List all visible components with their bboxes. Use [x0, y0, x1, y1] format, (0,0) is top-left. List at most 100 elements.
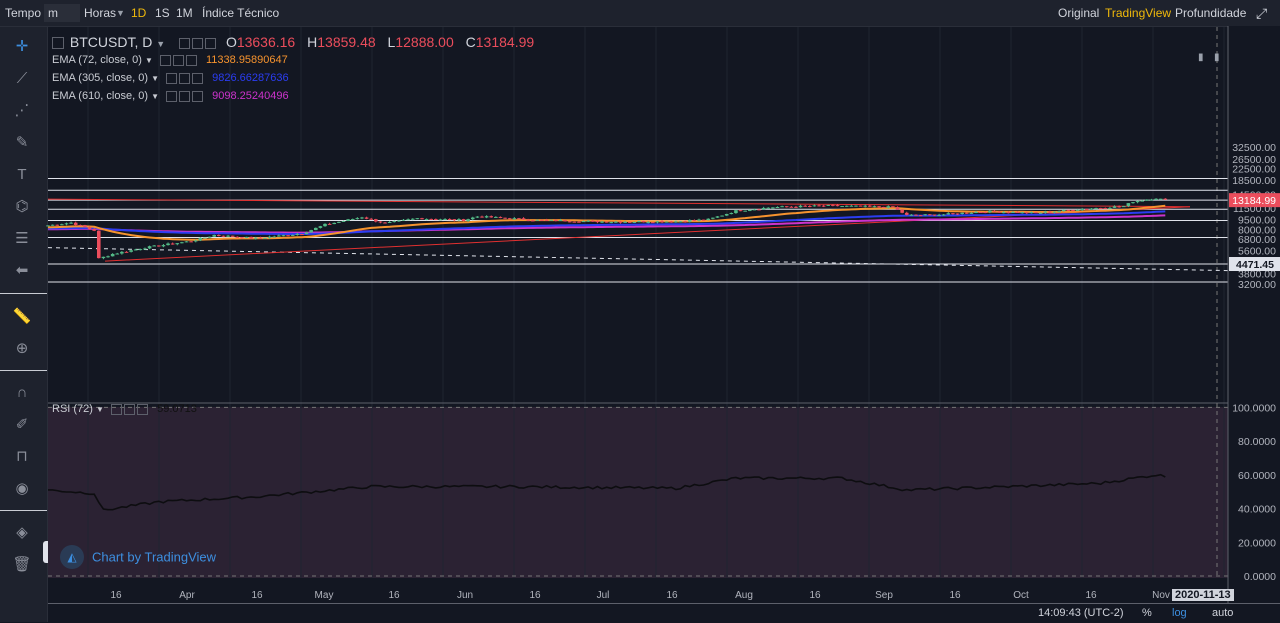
candle-body [1075, 209, 1080, 211]
settings-icon[interactable] [111, 403, 123, 415]
candle-body [387, 221, 392, 223]
visibility-icon[interactable] [124, 403, 136, 415]
candle-body [143, 248, 147, 250]
candle-body [1071, 209, 1075, 211]
candle-body [350, 219, 355, 221]
candle-body [346, 219, 350, 221]
time-tick-label: 16 [251, 590, 263, 601]
candle-body [1006, 212, 1011, 214]
candle-body [175, 243, 180, 245]
candle-body [1140, 200, 1145, 202]
candle-body [230, 235, 235, 237]
candle-body [932, 214, 937, 216]
candle-body [669, 221, 674, 223]
candle-body [761, 207, 766, 210]
tradingview-watermark[interactable]: ◭ Chart by TradingView [60, 545, 216, 569]
candle-body [263, 237, 267, 239]
hide-series-icon[interactable] [52, 37, 64, 50]
candle-body [835, 205, 840, 207]
candle-body [480, 216, 484, 218]
candle-body [964, 212, 969, 214]
ema72-value: 11338.95890647 [205, 54, 288, 66]
candle-body [124, 251, 129, 253]
ema305-name[interactable]: EMA (305, close, 0) [52, 72, 148, 84]
candle-body [595, 220, 600, 223]
candle-body [798, 205, 803, 208]
candle-body [64, 223, 69, 225]
rsi-value: 59.0713 [157, 403, 197, 415]
candle-body [563, 220, 567, 222]
time-tick-label: 16 [529, 590, 541, 601]
auto-scale-toggle[interactable]: auto [1212, 607, 1233, 619]
candle-body [655, 221, 660, 223]
candle-body [863, 205, 868, 207]
candle-body [1145, 199, 1149, 201]
candle-body [734, 210, 738, 214]
log-scale-toggle[interactable]: log [1172, 607, 1187, 619]
candle-body [775, 207, 780, 209]
settings-icon[interactable] [179, 37, 191, 49]
candle-body [664, 221, 669, 223]
chevron-down-icon[interactable]: ▼ [156, 39, 165, 49]
settings-icon[interactable] [166, 72, 178, 84]
candle-body [170, 243, 175, 245]
ema72-name[interactable]: EMA (72, close, 0) [52, 54, 142, 66]
settings-icon[interactable] [159, 54, 171, 66]
visibility-icon[interactable] [179, 72, 191, 84]
candle-body [295, 234, 300, 236]
candle-body [517, 218, 521, 220]
candle-body [212, 234, 217, 237]
close-icon[interactable] [205, 37, 217, 49]
visibility-icon[interactable] [179, 90, 191, 102]
candle-body [886, 206, 891, 208]
candle-body [604, 221, 609, 223]
candle-body [881, 206, 886, 208]
candle-body [581, 221, 586, 223]
candle-body [1117, 206, 1121, 208]
chevron-down-icon[interactable]: ▼ [151, 92, 159, 101]
candle-body [46, 225, 50, 227]
candle-body [60, 224, 64, 226]
time-tick-label: Jun [457, 590, 473, 601]
time-tick-label: Apr [179, 590, 195, 601]
rsi-name[interactable]: RSI (72) [52, 403, 93, 415]
candle-body [951, 213, 955, 215]
candle-body [692, 220, 697, 222]
candle-body [923, 214, 928, 216]
candle-body [87, 227, 92, 230]
candle-body [281, 235, 286, 237]
settings-icon[interactable] [166, 90, 178, 102]
candle-body [992, 210, 997, 212]
rsi-tick-label: 100.0000 [1232, 402, 1276, 414]
percent-scale-toggle[interactable]: % [1142, 607, 1152, 619]
candle-body [988, 210, 992, 213]
candle-body [1112, 206, 1117, 208]
close-icon[interactable] [137, 403, 149, 415]
chevron-down-icon[interactable]: ▼ [151, 74, 159, 83]
candle-body [1029, 212, 1034, 214]
candle-body [706, 218, 711, 221]
candle-body [1089, 208, 1094, 210]
candle-body [318, 226, 323, 228]
time-tick-label: 16 [666, 590, 678, 601]
ohlc-high: H13859.48 [307, 34, 376, 50]
close-icon[interactable] [192, 90, 204, 102]
ema610-name[interactable]: EMA (610, close, 0) [52, 90, 148, 102]
candle-body [544, 219, 549, 221]
candle-body [397, 220, 401, 222]
time-tick-label: 16 [809, 590, 821, 601]
candle-body [96, 230, 101, 259]
close-icon[interactable] [185, 54, 197, 66]
close-icon[interactable] [192, 72, 204, 84]
chevron-down-icon[interactable]: ▼ [96, 405, 104, 414]
candle-body [392, 221, 397, 223]
chevron-down-icon[interactable]: ▼ [145, 56, 153, 65]
candle-body [1149, 199, 1154, 201]
candle-body [489, 216, 494, 218]
visibility-icon[interactable] [172, 54, 184, 66]
candle-body [92, 229, 96, 231]
candle-body [701, 219, 706, 221]
visibility-icon[interactable] [192, 37, 204, 49]
symbol-title[interactable]: BTCUSDT, D [70, 34, 152, 50]
candle-body [286, 235, 290, 237]
